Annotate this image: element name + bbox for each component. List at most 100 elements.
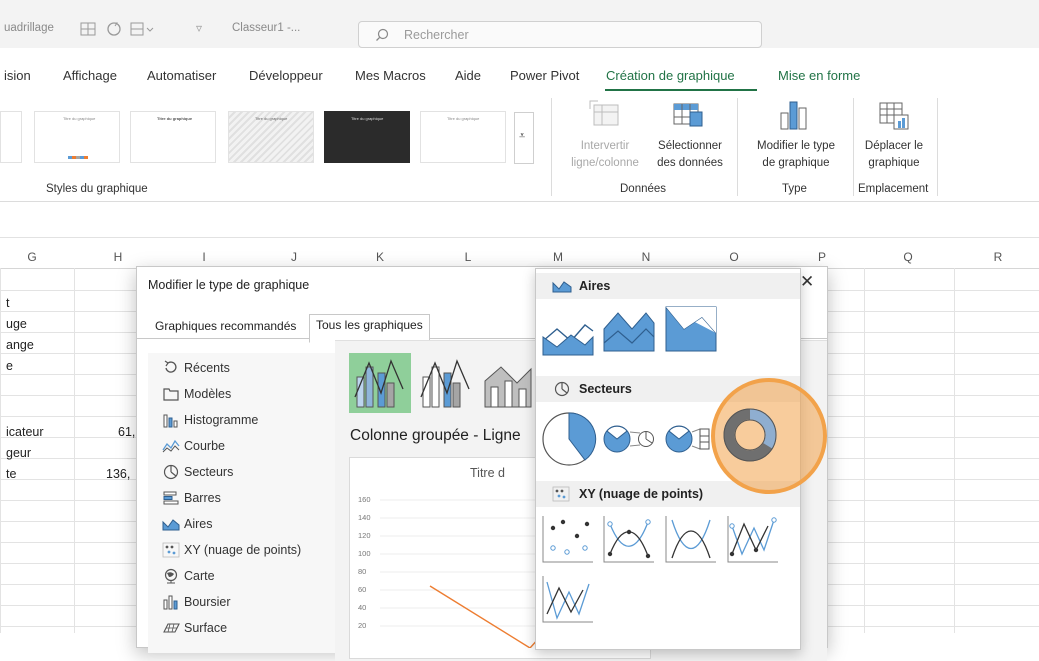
column-header[interactable]: I — [194, 250, 214, 264]
search-box[interactable]: Rechercher — [358, 21, 762, 48]
switch-row-column-button[interactable]: Intervertir ligne/colonne — [561, 138, 649, 172]
combo-clustered-column-line-icon[interactable] — [349, 353, 411, 413]
pie-of-pie-thumb[interactable] — [602, 419, 656, 469]
category-line[interactable]: Courbe — [148, 435, 335, 457]
select-data-button[interactable]: Sélectionner des données — [650, 138, 730, 172]
column-header[interactable]: G — [22, 250, 42, 264]
tab-aide[interactable]: Aide — [455, 68, 481, 83]
scatter-straight-thumb[interactable] — [541, 574, 595, 624]
cell[interactable]: geur — [6, 446, 31, 460]
section-title: Secteurs — [579, 382, 632, 396]
formula-bar[interactable] — [0, 213, 1039, 238]
grid-column-line — [864, 268, 865, 633]
cell[interactable]: 136, — [106, 467, 130, 481]
tab-affichage[interactable]: Affichage — [63, 68, 117, 83]
cell[interactable]: icateur — [6, 425, 44, 439]
category-label: Barres — [184, 491, 221, 505]
gallery-more-button[interactable]: ⩡ — [514, 112, 534, 164]
move-chart-button[interactable]: Déplacer le graphique — [858, 138, 930, 172]
percent-area-chart-thumb[interactable] — [664, 303, 718, 353]
area-chart-icon — [162, 519, 180, 531]
column-header[interactable]: H — [108, 250, 128, 264]
tab-power-pivot[interactable]: Power Pivot — [510, 68, 579, 83]
chart-style-thumb[interactable]: Titre du graphique — [228, 111, 314, 163]
category-scatter[interactable]: XY (nuage de points) — [148, 539, 335, 561]
category-bar[interactable]: Barres — [148, 487, 335, 509]
scatter-chart-icon — [162, 542, 180, 558]
column-header[interactable]: N — [636, 250, 656, 264]
customize-qat-icon[interactable]: ▿ — [196, 21, 202, 35]
history-icon — [164, 360, 177, 373]
chart-style-thumb[interactable]: Titre du graphique — [420, 111, 506, 163]
title-bar: uadrillage ▿ Classeur1 -... Rechercher — [0, 0, 1039, 48]
divider — [937, 98, 938, 196]
grid-column-line — [0, 268, 1, 633]
chart-style-thumb[interactable]: Titre du graphique — [34, 111, 120, 163]
chart-styles-group-label: Styles du graphique — [46, 183, 148, 195]
dataset-icon[interactable] — [130, 21, 156, 37]
scatter-smooth-markers-thumb[interactable] — [602, 514, 656, 564]
column-header[interactable]: L — [458, 250, 478, 264]
cell[interactable]: 61, — [118, 425, 135, 439]
category-label: Récents — [184, 361, 230, 375]
category-column[interactable]: Histogramme — [148, 409, 335, 431]
category-stock[interactable]: Boursier — [148, 591, 335, 613]
combo-column-line-secondary-icon[interactable] — [415, 353, 477, 413]
category-surface[interactable]: Surface — [148, 617, 335, 639]
combo-area-column-icon[interactable] — [481, 353, 543, 413]
grid-column-line — [954, 268, 955, 633]
quick-access-label[interactable]: uadrillage — [4, 22, 54, 34]
refresh-icon[interactable] — [106, 21, 122, 37]
cell[interactable]: t — [6, 296, 9, 310]
y-tick-label: 40 — [358, 603, 367, 612]
scatter-thumb[interactable] — [541, 514, 595, 564]
thumb-legend — [68, 156, 88, 159]
category-templates[interactable]: Modèles — [148, 383, 335, 405]
scatter-smooth-thumb[interactable] — [664, 514, 718, 564]
cell[interactable]: ange — [6, 338, 34, 352]
column-header[interactable]: M — [548, 250, 568, 264]
category-label: Aires — [184, 517, 213, 531]
change-chart-type-button[interactable]: Modifier le type de graphique — [740, 138, 852, 172]
column-header[interactable]: O — [724, 250, 744, 264]
preview-chart-title: Titre d — [470, 466, 505, 480]
tab-revision[interactable]: ision — [4, 68, 31, 83]
tab-mise-en-forme[interactable]: Mise en forme — [778, 68, 860, 83]
stacked-area-chart-thumb[interactable] — [602, 303, 656, 353]
category-label: Modèles — [184, 387, 232, 401]
change-chart-type-icon — [779, 99, 809, 131]
tab-automatiser[interactable]: Automatiser — [147, 68, 216, 83]
column-header[interactable]: J — [284, 250, 304, 264]
chart-style-thumb[interactable] — [0, 111, 22, 163]
tab-mes-macros[interactable]: Mes Macros — [355, 68, 426, 83]
pie-chart-thumb[interactable] — [541, 411, 597, 467]
column-header[interactable]: R — [988, 250, 1008, 264]
chart-style-thumb[interactable]: Titre du graphique — [130, 111, 216, 163]
category-map[interactable]: Carte — [148, 565, 335, 587]
chart-style-thumb[interactable]: Titre du graphique — [324, 111, 410, 163]
cell[interactable]: uge — [6, 317, 27, 331]
category-area[interactable]: Aires — [148, 513, 335, 535]
tab-recommended-charts[interactable]: Graphiques recommandés — [149, 315, 302, 343]
category-recents[interactable]: Récents — [148, 357, 335, 379]
thumb-title: Titre du graphique — [447, 116, 480, 121]
grid-icon[interactable] — [80, 22, 96, 36]
tab-creation-graphique[interactable]: Création de graphique — [606, 68, 735, 83]
location-group-label: Emplacement — [858, 183, 929, 195]
scatter-straight-markers-thumb[interactable] — [726, 514, 780, 564]
line-chart-icon — [162, 439, 180, 453]
tab-developpeur[interactable]: Développeur — [249, 68, 323, 83]
cell[interactable]: te — [6, 467, 16, 481]
column-header[interactable]: Q — [898, 250, 918, 264]
category-pie[interactable]: Secteurs — [148, 461, 335, 483]
column-header[interactable]: K — [370, 250, 390, 264]
cell[interactable]: e — [6, 359, 13, 373]
close-icon[interactable]: ✕ — [800, 272, 814, 292]
divider — [853, 98, 854, 196]
column-header[interactable]: P — [812, 250, 832, 264]
doughnut-chart-thumb[interactable] — [723, 408, 777, 462]
area-chart-thumb[interactable] — [541, 307, 595, 357]
tab-all-charts[interactable]: Tous les graphiques — [309, 314, 430, 343]
bar-of-pie-thumb[interactable] — [664, 419, 718, 469]
section-title: XY (nuage de points) — [579, 487, 704, 501]
